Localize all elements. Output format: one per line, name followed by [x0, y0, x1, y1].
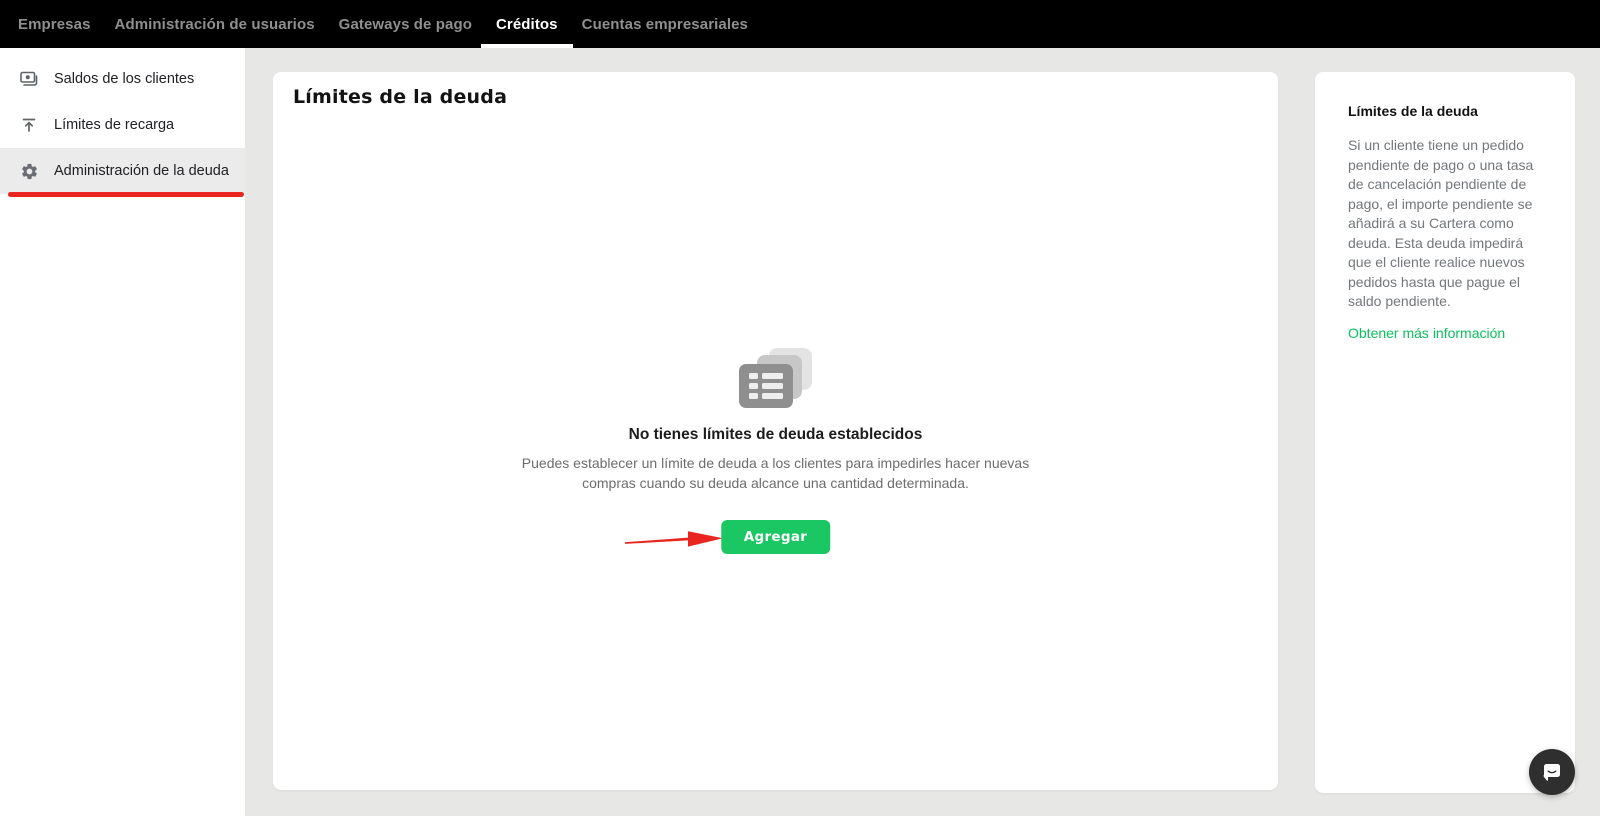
info-panel-title: Límites de la deuda	[1348, 103, 1478, 119]
learn-more-link[interactable]: Obtener más información	[1348, 325, 1505, 341]
empty-state: No tienes límites de deuda establecidos …	[273, 348, 1278, 554]
page-title: Límites de la deuda	[293, 86, 508, 108]
gear-icon	[19, 161, 39, 181]
sidebar-item-limites-de-recarga[interactable]: Límites de recarga	[0, 102, 245, 148]
info-panel-body: Si un cliente tiene un pedido pendiente …	[1348, 137, 1534, 309]
chat-bubble-icon	[1540, 760, 1564, 784]
agregar-button[interactable]: Agregar	[720, 520, 831, 554]
banknote-icon	[19, 69, 39, 89]
sidebar-item-saldos-de-los-clientes[interactable]: Saldos de los clientes	[0, 56, 245, 102]
annotation-red-arrow	[624, 531, 723, 547]
sidebar-item-label: Límites de recarga	[54, 117, 175, 133]
chat-widget-button[interactable]	[1529, 749, 1575, 795]
sidebar-item-label: Saldos de los clientes	[54, 71, 195, 87]
main-card: Límites de la deuda No tienes límites de…	[273, 72, 1278, 790]
nav-tab-administracion-de-usuarios[interactable]: Administración de usuarios	[115, 0, 315, 48]
nav-tab-gateways-de-pago[interactable]: Gateways de pago	[339, 0, 472, 48]
sidebar: Saldos de los clientes Límites de recarg…	[0, 48, 245, 816]
sidebar-item-label: Administración de la deuda	[54, 163, 229, 179]
nav-tab-empresas[interactable]: Empresas	[18, 0, 91, 48]
upload-limit-icon	[19, 115, 39, 135]
stacked-list-icon	[738, 348, 813, 410]
empty-state-title: No tienes límites de deuda establecidos	[628, 426, 923, 443]
nav-tab-creditos[interactable]: Créditos	[481, 0, 573, 48]
button-row: Agregar	[273, 520, 1278, 554]
annotation-red-underline	[8, 192, 244, 197]
nav-tab-cuentas-empresariales[interactable]: Cuentas empresariales	[582, 0, 748, 48]
info-panel: Límites de la deuda Si un cliente tiene …	[1315, 72, 1575, 793]
empty-state-description: Puedes establecer un límite de deuda a l…	[521, 455, 1030, 491]
top-navbar: Empresas Administración de usuarios Gate…	[0, 0, 1600, 48]
sidebar-item-administracion-de-la-deuda[interactable]: Administración de la deuda	[0, 148, 245, 197]
